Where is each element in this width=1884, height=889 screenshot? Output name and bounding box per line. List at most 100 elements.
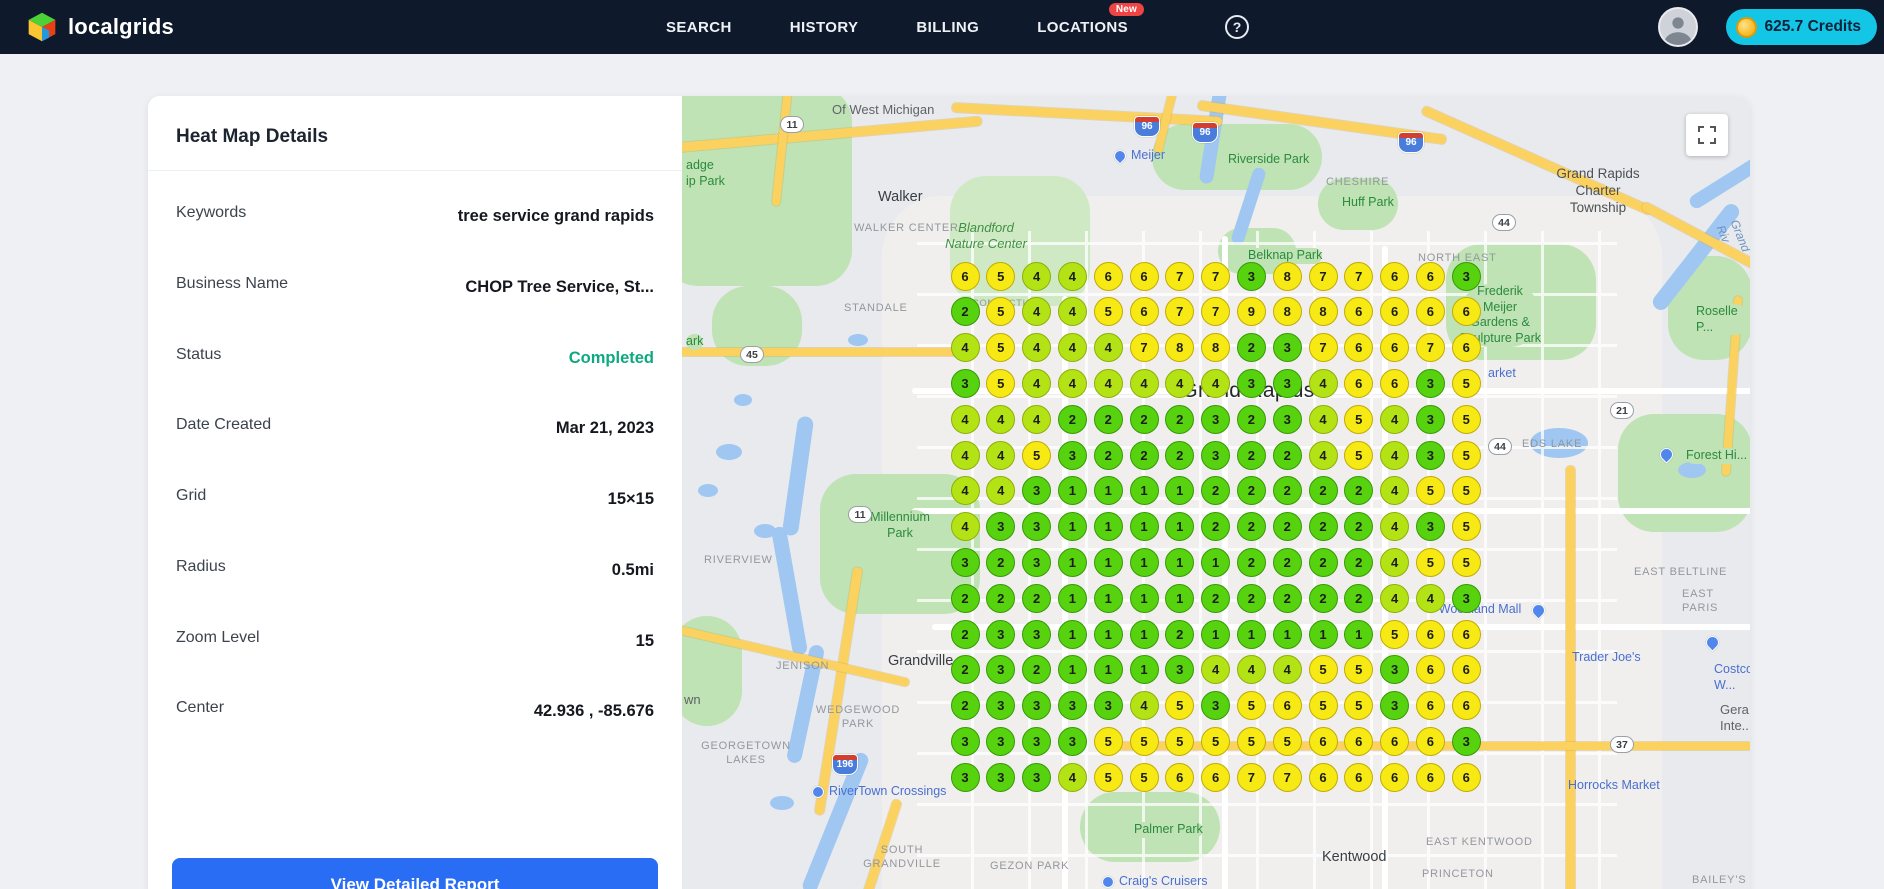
- grid-marker[interactable]: 5: [1415, 547, 1445, 577]
- grid-marker[interactable]: 3: [986, 762, 1016, 792]
- grid-marker[interactable]: 3: [950, 762, 980, 792]
- grid-marker[interactable]: 1: [1344, 619, 1374, 649]
- grid-marker[interactable]: 3: [1415, 440, 1445, 470]
- grid-marker[interactable]: 5: [1451, 512, 1481, 542]
- view-detailed-report-button[interactable]: View Detailed Report: [172, 858, 658, 889]
- grid-marker[interactable]: 3: [1415, 512, 1445, 542]
- grid-marker[interactable]: 6: [1415, 726, 1445, 756]
- grid-marker[interactable]: 6: [1415, 691, 1445, 721]
- grid-marker[interactable]: 5: [1451, 404, 1481, 434]
- brand[interactable]: localgrids: [26, 0, 174, 54]
- grid-marker[interactable]: 3: [1201, 440, 1231, 470]
- grid-marker[interactable]: 1: [1057, 547, 1087, 577]
- nav-item-search[interactable]: SEARCH: [666, 19, 732, 36]
- grid-marker[interactable]: 1: [1093, 547, 1123, 577]
- grid-marker[interactable]: 5: [986, 261, 1016, 291]
- grid-marker[interactable]: 5: [1201, 726, 1231, 756]
- grid-marker[interactable]: 6: [1308, 762, 1338, 792]
- grid-marker[interactable]: 9: [1236, 297, 1266, 327]
- grid-marker[interactable]: 1: [1201, 619, 1231, 649]
- grid-marker[interactable]: 5: [986, 368, 1016, 398]
- grid-marker[interactable]: 5: [1344, 440, 1374, 470]
- grid-marker[interactable]: 6: [1415, 762, 1445, 792]
- grid-marker[interactable]: 3: [1236, 261, 1266, 291]
- grid-marker[interactable]: 2: [1344, 583, 1374, 613]
- grid-marker[interactable]: 4: [950, 404, 980, 434]
- grid-marker[interactable]: 6: [1451, 691, 1481, 721]
- grid-marker[interactable]: 6: [1380, 333, 1410, 363]
- grid-marker[interactable]: 4: [1201, 368, 1231, 398]
- grid-marker[interactable]: 1: [1093, 655, 1123, 685]
- grid-marker[interactable]: 6: [1380, 762, 1410, 792]
- grid-marker[interactable]: 6: [1451, 762, 1481, 792]
- grid-marker[interactable]: 1: [1236, 619, 1266, 649]
- grid-marker[interactable]: 1: [1057, 655, 1087, 685]
- grid-marker[interactable]: 3: [1057, 440, 1087, 470]
- grid-marker[interactable]: 2: [1093, 440, 1123, 470]
- credits-badge[interactable]: 625.7 Credits: [1725, 9, 1877, 45]
- grid-marker[interactable]: 4: [1022, 368, 1052, 398]
- grid-marker[interactable]: 2: [1236, 547, 1266, 577]
- grid-marker[interactable]: 8: [1201, 333, 1231, 363]
- grid-marker[interactable]: 3: [1022, 547, 1052, 577]
- nav-item-billing[interactable]: BILLING: [916, 19, 979, 36]
- grid-marker[interactable]: 5: [1129, 762, 1159, 792]
- grid-marker[interactable]: 6: [1344, 762, 1374, 792]
- grid-marker[interactable]: 2: [950, 297, 980, 327]
- grid-marker[interactable]: 1: [1308, 619, 1338, 649]
- grid-marker[interactable]: 1: [1165, 547, 1195, 577]
- grid-marker[interactable]: 2: [1308, 512, 1338, 542]
- grid-marker[interactable]: 6: [1451, 297, 1481, 327]
- grid-marker[interactable]: 5: [1451, 368, 1481, 398]
- grid-marker[interactable]: 1: [1057, 619, 1087, 649]
- grid-marker[interactable]: 6: [950, 261, 980, 291]
- grid-marker[interactable]: 2: [1272, 583, 1302, 613]
- grid-marker[interactable]: 6: [1380, 368, 1410, 398]
- grid-marker[interactable]: 2: [1308, 547, 1338, 577]
- grid-marker[interactable]: 4: [1308, 368, 1338, 398]
- grid-marker[interactable]: 2: [1165, 404, 1195, 434]
- grid-marker[interactable]: 4: [950, 440, 980, 470]
- grid-marker[interactable]: 6: [1415, 655, 1445, 685]
- grid-marker[interactable]: 2: [1272, 440, 1302, 470]
- grid-marker[interactable]: 2: [1344, 547, 1374, 577]
- grid-marker[interactable]: 4: [1380, 404, 1410, 434]
- grid-marker[interactable]: 1: [1129, 655, 1159, 685]
- grid-marker[interactable]: 4: [1380, 512, 1410, 542]
- grid-marker[interactable]: 3: [1272, 333, 1302, 363]
- grid-marker[interactable]: 2: [1129, 404, 1159, 434]
- grid-marker[interactable]: 2: [1272, 512, 1302, 542]
- grid-marker[interactable]: 7: [1236, 762, 1266, 792]
- grid-marker[interactable]: 1: [1129, 547, 1159, 577]
- avatar[interactable]: [1657, 7, 1698, 47]
- grid-marker[interactable]: 3: [1415, 404, 1445, 434]
- grid-marker[interactable]: 4: [1165, 368, 1195, 398]
- grid-marker[interactable]: 3: [1022, 512, 1052, 542]
- grid-marker[interactable]: 2: [1236, 333, 1266, 363]
- grid-marker[interactable]: 1: [1201, 547, 1231, 577]
- grid-marker[interactable]: 6: [1344, 726, 1374, 756]
- grid-marker[interactable]: 2: [1236, 404, 1266, 434]
- grid-marker[interactable]: 4: [986, 404, 1016, 434]
- grid-marker[interactable]: 4: [1415, 583, 1445, 613]
- grid-marker[interactable]: 1: [1057, 512, 1087, 542]
- grid-marker[interactable]: 7: [1308, 261, 1338, 291]
- grid-marker[interactable]: 7: [1344, 261, 1374, 291]
- grid-marker[interactable]: 2: [1201, 512, 1231, 542]
- grid-marker[interactable]: 4: [1093, 368, 1123, 398]
- grid-marker[interactable]: 4: [1057, 261, 1087, 291]
- grid-marker[interactable]: 4: [950, 512, 980, 542]
- grid-marker[interactable]: 2: [1093, 404, 1123, 434]
- grid-marker[interactable]: 6: [1165, 762, 1195, 792]
- grid-marker[interactable]: 2: [950, 619, 980, 649]
- grid-marker[interactable]: 4: [1022, 261, 1052, 291]
- grid-marker[interactable]: 1: [1093, 476, 1123, 506]
- map-canvas[interactable]: Of West Michigan Meijer Riverside Park CHES…: [682, 96, 1750, 889]
- grid-marker[interactable]: 3: [950, 726, 980, 756]
- grid-marker[interactable]: 5: [1093, 762, 1123, 792]
- grid-marker[interactable]: 8: [1308, 297, 1338, 327]
- grid-marker[interactable]: 5: [1308, 655, 1338, 685]
- grid-marker[interactable]: 4: [986, 440, 1016, 470]
- grid-marker[interactable]: 2: [1308, 476, 1338, 506]
- grid-marker[interactable]: 4: [1308, 404, 1338, 434]
